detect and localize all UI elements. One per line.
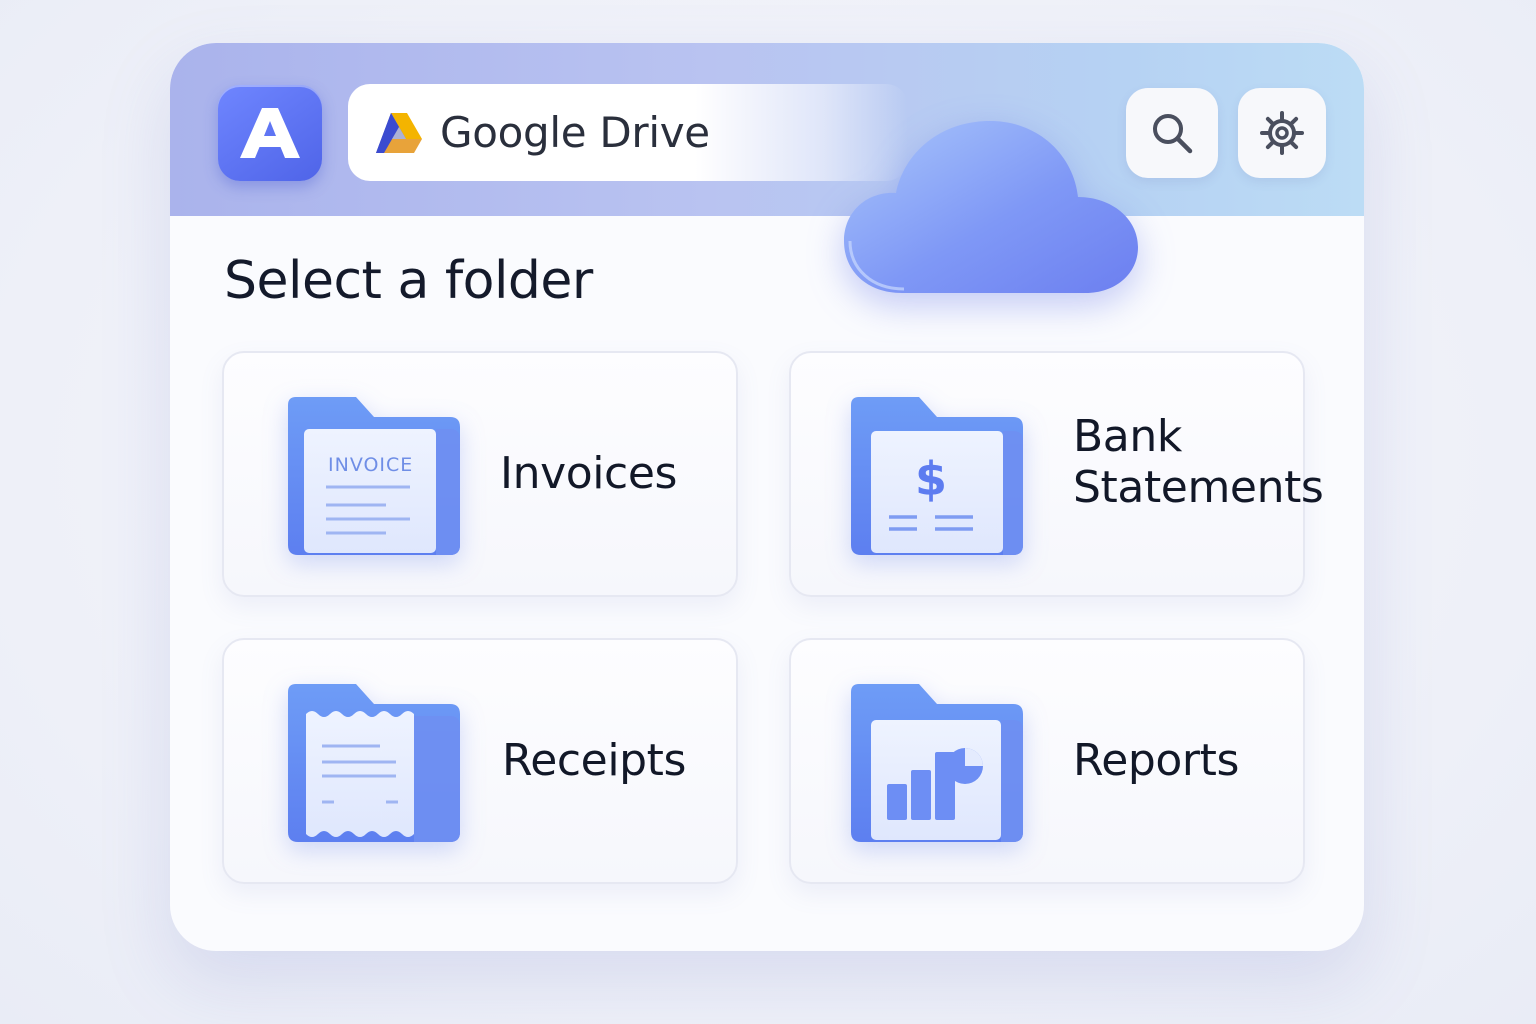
app-logo bbox=[218, 85, 322, 181]
cloud-icon bbox=[842, 113, 1142, 303]
gear-icon bbox=[1260, 111, 1304, 155]
page-title: Select a folder bbox=[224, 251, 593, 311]
settings-button[interactable] bbox=[1238, 88, 1326, 178]
google-drive-icon bbox=[376, 112, 422, 153]
folder-card-invoices[interactable]: INVOICE Invoices bbox=[222, 351, 738, 597]
folder-label: Bank Statements bbox=[1073, 410, 1324, 513]
folder-label: Reports bbox=[1073, 735, 1239, 787]
location-title: Google Drive bbox=[440, 108, 710, 157]
folder-card-receipts[interactable]: Receipts bbox=[222, 638, 738, 884]
dollar-sign: $ bbox=[915, 452, 947, 506]
header-bar: Google Drive bbox=[170, 43, 1364, 216]
folder-picker-window: Google Drive Select a folder INVOICE Inv… bbox=[170, 43, 1364, 951]
report-folder-icon bbox=[849, 682, 1027, 844]
location-bar[interactable]: Google Drive bbox=[348, 84, 908, 181]
folder-card-bank-statements[interactable]: $ Bank Statements bbox=[789, 351, 1324, 597]
folder-label: Receipts bbox=[502, 735, 687, 787]
folder-card-reports[interactable]: Reports bbox=[789, 638, 1305, 884]
search-icon bbox=[1153, 114, 1193, 154]
invoice-folder-icon: INVOICE bbox=[286, 395, 464, 557]
invoice-doc-label: INVOICE bbox=[328, 454, 413, 476]
folder-label: Invoices bbox=[500, 448, 678, 500]
receipt-folder-icon bbox=[286, 682, 464, 844]
bank-statement-folder-icon: $ bbox=[849, 395, 1027, 557]
app-logo-letter-icon bbox=[240, 108, 300, 158]
